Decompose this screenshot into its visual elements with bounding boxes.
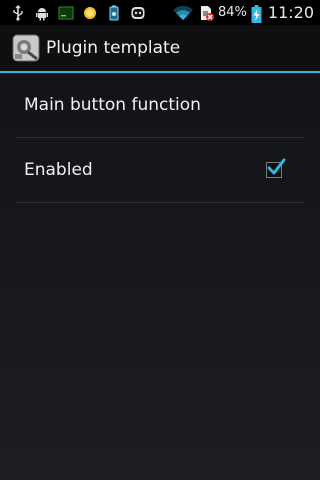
pref-item-enabled[interactable]: Enabled xyxy=(16,138,304,203)
battery-charging-icon xyxy=(251,4,262,23)
sun-icon xyxy=(82,5,98,21)
screen: 84% 11:20 Plugin template Main button fu… xyxy=(0,0,320,480)
no-sim-icon xyxy=(198,5,214,21)
enabled-checkbox[interactable] xyxy=(266,158,286,178)
app-title: Plugin template xyxy=(46,38,181,58)
battery-percent: 84% xyxy=(217,5,247,20)
pref-item-main-button-function[interactable]: Main button function xyxy=(16,73,304,138)
terminal-icon xyxy=(58,5,74,21)
checkmark-icon xyxy=(267,158,286,175)
pref-title: Enabled xyxy=(24,160,93,180)
android-debug-icon xyxy=(34,5,50,21)
pref-title: Main button function xyxy=(24,95,201,115)
robot-face-icon xyxy=(130,5,146,21)
wifi-icon xyxy=(172,5,194,21)
notification-icons xyxy=(0,0,146,25)
preference-list: Main button function Enabled xyxy=(16,73,304,203)
battery-app-icon xyxy=(106,5,122,21)
clock: 11:20 xyxy=(267,3,314,22)
action-bar: Plugin template xyxy=(0,25,320,71)
system-icons: 84% 11:20 xyxy=(172,0,320,25)
usb-icon xyxy=(10,4,26,21)
status-bar: 84% 11:20 xyxy=(0,0,320,25)
plugin-app-icon[interactable] xyxy=(12,34,40,62)
